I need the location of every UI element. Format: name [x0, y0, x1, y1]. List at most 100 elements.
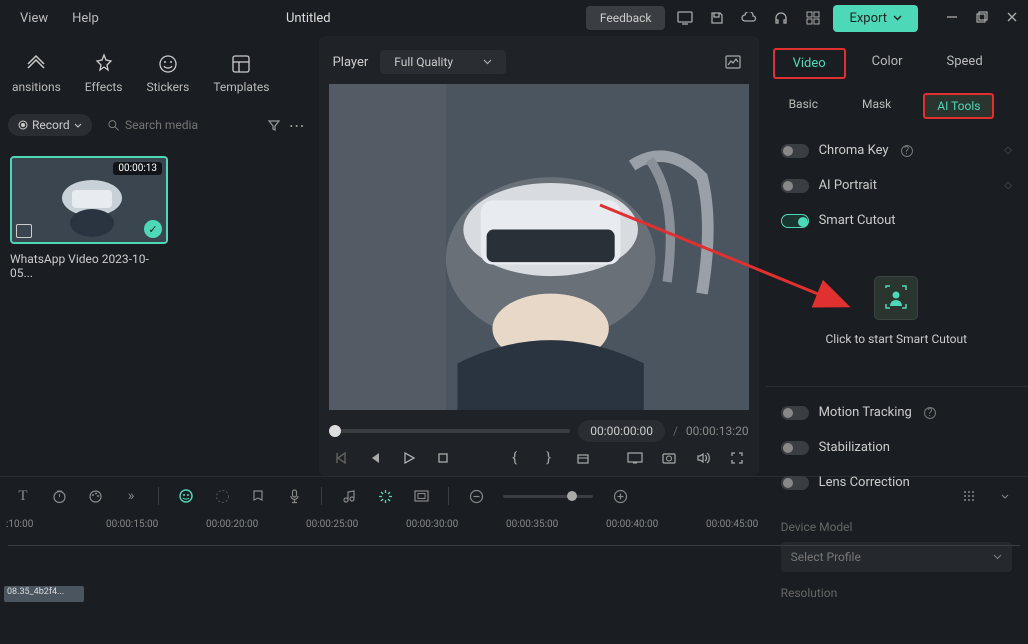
toggle-stabilization[interactable]: Stabilization: [765, 430, 1028, 465]
more-icon[interactable]: ⋯: [289, 116, 305, 135]
ruler-ticks: [8, 532, 1020, 546]
zoom-knob[interactable]: [567, 491, 577, 501]
timeline-clip[interactable]: 08.35_4b2f4...: [4, 586, 84, 602]
keyframe-icon[interactable]: ◇: [1004, 145, 1012, 156]
mark-out-button[interactable]: }: [541, 450, 557, 466]
camera-icon[interactable]: [661, 450, 677, 466]
keyframe-icon[interactable]: ◇: [1004, 180, 1012, 191]
text-tool-icon[interactable]: T: [14, 487, 32, 505]
clip-name: WhatsApp Video 2023-10-05...: [10, 252, 168, 280]
filter-icon[interactable]: [267, 118, 281, 132]
progress-bar[interactable]: [329, 429, 571, 433]
record-button[interactable]: Record: [8, 114, 92, 136]
fullscreen-icon[interactable]: [729, 450, 745, 466]
clip-duration: 00:00:13: [113, 162, 162, 175]
highlight-icon[interactable]: [376, 487, 394, 505]
timeline-ruler[interactable]: :10:00 00:00:15:00 00:00:20:00 00:00:25:…: [0, 515, 1028, 530]
player-preview[interactable]: [329, 84, 749, 410]
stabilization-switch[interactable]: [781, 441, 809, 455]
ai-portrait-switch[interactable]: [781, 179, 809, 193]
feedback-button[interactable]: Feedback: [586, 6, 666, 30]
prev-frame-button[interactable]: [333, 450, 349, 466]
toggle-chroma-key[interactable]: Chroma Key ? ◇: [765, 133, 1028, 168]
chroma-key-switch[interactable]: [781, 144, 809, 158]
save-icon[interactable]: [705, 6, 729, 30]
close-button[interactable]: [1006, 11, 1020, 25]
motion-tracking-switch[interactable]: [781, 406, 809, 420]
snapshot-icon[interactable]: [721, 50, 745, 74]
tab-effects[interactable]: Effects: [85, 52, 123, 94]
search-box[interactable]: [100, 114, 259, 136]
mic-icon[interactable]: [285, 487, 303, 505]
more-tools-icon[interactable]: »: [122, 487, 140, 505]
minimize-button[interactable]: [946, 11, 960, 25]
maximize-button[interactable]: [976, 11, 990, 25]
chevron-down-icon: [74, 123, 82, 128]
smart-cutout-button[interactable]: [874, 276, 918, 320]
display-settings-icon[interactable]: [627, 450, 643, 466]
toggle-lens-correction[interactable]: Lens Correction: [765, 465, 1028, 500]
toggle-ai-portrait[interactable]: AI Portrait ◇: [765, 168, 1028, 203]
zoom-slider[interactable]: [503, 495, 593, 498]
progress-thumb[interactable]: [329, 425, 341, 437]
toggle-smart-cutout[interactable]: Smart Cutout: [765, 203, 1028, 238]
play-button[interactable]: [401, 450, 417, 466]
smart-cutout-switch[interactable]: [781, 214, 809, 228]
menu-help[interactable]: Help: [60, 11, 111, 26]
subtab-basic[interactable]: Basic: [777, 93, 830, 119]
smart-cutout-area: Click to start Smart Cutout: [765, 246, 1028, 387]
headphones-icon[interactable]: [769, 6, 793, 30]
subtab-mask[interactable]: Mask: [850, 93, 903, 119]
top-bar: View Help Untitled Feedback Export: [0, 0, 1028, 36]
clip-thumbnail[interactable]: 00:00:13 ✓: [10, 156, 168, 244]
zoom-out-icon[interactable]: [467, 487, 485, 505]
record-icon: [18, 120, 28, 130]
chevron-down-icon: [483, 59, 492, 65]
adjust-icon[interactable]: [213, 487, 231, 505]
media-clip[interactable]: 00:00:13 ✓ WhatsApp Video 2023-10-05...: [10, 156, 168, 280]
player-label: Player: [333, 55, 369, 70]
clip-added-check-icon: ✓: [144, 220, 162, 238]
mark-in-button[interactable]: {: [507, 450, 523, 466]
color-icon[interactable]: [86, 487, 104, 505]
stickers-icon: [156, 52, 180, 76]
step-back-button[interactable]: [367, 450, 383, 466]
grid-icon[interactable]: [801, 6, 825, 30]
current-time: 00:00:00:00: [578, 420, 665, 442]
aspect-icon[interactable]: [412, 487, 430, 505]
quality-select[interactable]: Full Quality: [380, 50, 506, 74]
lens-correction-switch[interactable]: [781, 476, 809, 490]
search-icon: [108, 119, 119, 132]
info-icon[interactable]: ?: [924, 407, 936, 419]
zoom-in-icon[interactable]: [611, 487, 629, 505]
timer-icon[interactable]: [50, 487, 68, 505]
cloud-icon[interactable]: [737, 6, 761, 30]
tab-stickers[interactable]: Stickers: [146, 52, 189, 94]
tab-color[interactable]: Color: [854, 48, 921, 79]
subtab-ai-tools[interactable]: AI Tools: [923, 93, 994, 119]
display-icon[interactable]: [673, 6, 697, 30]
toggle-motion-tracking[interactable]: Motion Tracking ?: [765, 395, 1028, 430]
volume-icon[interactable]: [695, 450, 711, 466]
search-input[interactable]: [125, 118, 251, 132]
export-button[interactable]: Export: [833, 5, 918, 32]
stop-button[interactable]: [435, 450, 451, 466]
total-time: 00:00:13:20: [686, 424, 749, 438]
effects-icon: [92, 52, 116, 76]
properties-panel: Video Color Speed Basic Mask AI Tools Ch…: [765, 36, 1028, 476]
person-cutout-icon: [882, 284, 910, 312]
info-icon[interactable]: ?: [901, 145, 913, 157]
settings-chevron-icon[interactable]: [996, 487, 1014, 505]
clip-type-badge: [16, 224, 32, 238]
menu-view[interactable]: View: [8, 11, 60, 26]
tab-speed[interactable]: Speed: [929, 48, 1001, 79]
tracks-icon[interactable]: [960, 487, 978, 505]
crop-icon[interactable]: [575, 450, 591, 466]
tab-templates[interactable]: Templates: [213, 52, 269, 94]
tab-transitions[interactable]: ansitions: [12, 52, 61, 94]
marker-icon[interactable]: [249, 487, 267, 505]
music-icon[interactable]: [340, 487, 358, 505]
tab-video[interactable]: Video: [773, 48, 846, 79]
ai-tool-icon[interactable]: [177, 487, 195, 505]
templates-icon: [229, 52, 253, 76]
